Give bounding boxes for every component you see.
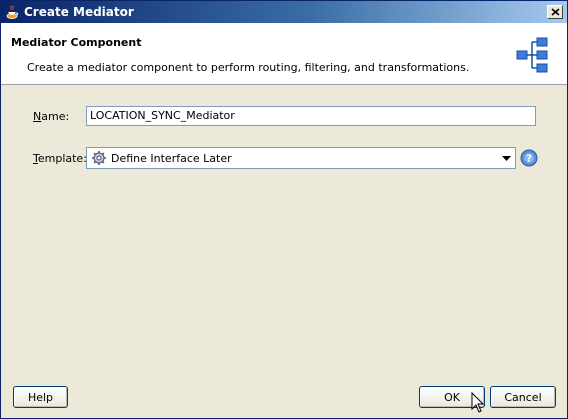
name-label: Name: [33, 110, 70, 123]
template-label: Template: [33, 152, 87, 165]
header-description: Create a mediator component to perform r… [27, 61, 470, 74]
close-button[interactable] [547, 5, 563, 19]
mediator-component-icon [516, 37, 548, 73]
mouse-cursor-icon [471, 392, 485, 413]
help-button[interactable]: Help [13, 386, 68, 408]
gear-icon [92, 151, 106, 165]
svg-text:?: ? [526, 154, 532, 165]
template-dropdown[interactable]: Define Interface Later [86, 147, 516, 169]
close-icon [550, 8, 560, 16]
chevron-down-icon [501, 155, 511, 161]
header-title: Mediator Component [11, 36, 142, 49]
cancel-button[interactable]: Cancel [490, 386, 556, 408]
window-title: Create Mediator [24, 5, 134, 19]
title-bar[interactable]: Create Mediator [1, 1, 567, 23]
java-cup-icon [6, 5, 19, 19]
dialog-header: Mediator Component Create a mediator com… [1, 23, 567, 85]
name-field[interactable]: LOCATION_SYNC_Mediator [86, 106, 536, 126]
create-mediator-dialog: Create Mediator Mediator Component Creat… [0, 0, 568, 419]
help-icon[interactable]: ? [520, 149, 538, 167]
template-selected-value: Define Interface Later [111, 151, 232, 165]
dropdown-arrow[interactable] [497, 148, 515, 168]
